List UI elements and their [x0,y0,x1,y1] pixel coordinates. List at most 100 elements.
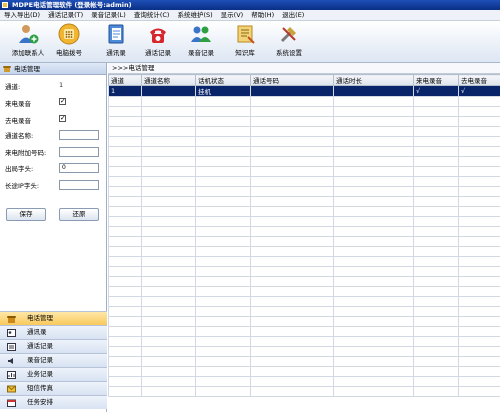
empty-cell [458,166,500,177]
empty-row [108,166,500,177]
empty-cell [108,196,142,207]
empty-cell [413,126,459,137]
empty-cell [458,186,500,197]
empty-cell [413,316,459,327]
menu-help[interactable]: 帮助(H) [247,10,278,20]
empty-cell [108,386,142,397]
nav-business-records[interactable]: 业务记录 [0,367,107,381]
empty-cell [108,356,142,367]
menu-view[interactable]: 显示(V) [217,10,248,20]
long-ip-input[interactable] [59,180,99,190]
empty-cell [108,106,142,117]
empty-row [108,176,500,187]
empty-cell [458,316,500,327]
phone-icon [7,316,16,323]
empty-cell [333,376,414,387]
nav-address-book[interactable]: 通讯录 [0,325,107,339]
column-header[interactable]: 通话号码 [250,74,334,86]
empty-cell [195,276,251,287]
nav-recordings[interactable]: 录音记录 [0,353,107,367]
channel-name-input[interactable] [59,130,99,140]
nav-task-schedule[interactable]: 任务安排 [0,395,107,409]
phone-dial-icon [58,23,80,45]
empty-cell [195,236,251,247]
pc-dial-button[interactable]: 电脑拨号 [44,23,94,61]
empty-cell [195,316,251,327]
column-header[interactable]: 通话时长 [333,74,414,86]
empty-cell [195,176,251,187]
table-cell: √ [458,85,500,97]
empty-cell [141,216,196,227]
recording-button[interactable]: 录音记录 [176,23,226,61]
nav-phone-management[interactable]: 电话管理 [0,311,107,325]
menu-query-stats[interactable]: 查询统计(C) [130,10,174,20]
menu-recordings[interactable]: 录音记录(L) [87,10,130,20]
empty-cell [413,276,459,287]
empty-row [108,386,500,397]
empty-cell [195,336,251,347]
empty-cell [458,366,500,377]
menu-system-maintenance[interactable]: 系统维护(S) [173,10,216,20]
column-header[interactable]: 来电录音 [413,74,459,86]
nav-sms-fax[interactable]: 短信传真 [0,381,107,395]
empty-cell [458,196,500,207]
column-header[interactable]: 通道名称 [141,74,196,86]
menu-exit[interactable]: 退出(E) [278,10,308,20]
empty-cell [333,226,414,237]
empty-cell [108,146,142,157]
empty-cell [108,286,142,297]
empty-cell [108,96,142,107]
column-header[interactable]: 通道 [108,74,142,86]
empty-cell [195,116,251,127]
outgoing-recording-checkbox[interactable] [59,114,66,122]
empty-cell [141,346,196,357]
empty-cell [413,346,459,357]
restore-button[interactable]: 还原 [59,208,99,221]
channel-name-label: 通道名称: [5,132,34,140]
empty-cell [250,306,334,317]
empty-cell [250,186,334,197]
empty-cell [195,296,251,307]
system-settings-button[interactable]: 系统设置 [264,23,314,61]
empty-cell [458,336,500,347]
empty-cell [458,326,500,337]
caller-extra-input[interactable] [59,147,99,157]
incoming-recording-checkbox[interactable] [59,97,66,105]
column-header[interactable]: 去电录音 [458,74,500,86]
empty-cell [250,126,334,137]
outside-prefix-input[interactable]: 0 [59,163,99,173]
empty-cell [333,256,414,267]
empty-row [108,226,500,237]
recording-icon [191,26,211,42]
call-record-icon [150,28,166,43]
empty-cell [413,356,459,367]
empty-cell [141,246,196,257]
empty-cell [413,366,459,377]
empty-cell [250,196,334,207]
table-row[interactable]: 1 挂机 √ √ [108,85,500,97]
empty-cell [108,306,142,317]
empty-cell [141,256,196,267]
nav-call-records[interactable]: 通话记录 [0,339,107,353]
empty-cell [141,146,196,157]
empty-cell [108,256,142,267]
table-cell: √ [413,85,459,97]
save-button[interactable]: 保存 [6,208,46,221]
empty-cell [141,336,196,347]
channel-grid[interactable]: 通道 通道名称 话机状态 通话号码 通话时长 来电录音 去电录音 1 挂机 √ [108,74,500,412]
breadcrumb: >>>电话管理 [108,63,500,74]
empty-cell [333,96,414,107]
empty-cell [108,366,142,377]
empty-cell [333,236,414,247]
empty-cell [413,376,459,387]
empty-cell [333,126,414,137]
empty-cell [458,266,500,277]
knowledge-base-button[interactable]: 知识库 [220,23,270,61]
menu-call-records[interactable]: 通话记录(T) [44,10,87,20]
empty-cell [195,216,251,227]
empty-cell [195,126,251,137]
empty-cell [333,156,414,167]
settings-icon [280,27,296,43]
column-header[interactable]: 话机状态 [195,74,251,86]
menu-import-export[interactable]: 导入导出(D) [0,10,44,20]
